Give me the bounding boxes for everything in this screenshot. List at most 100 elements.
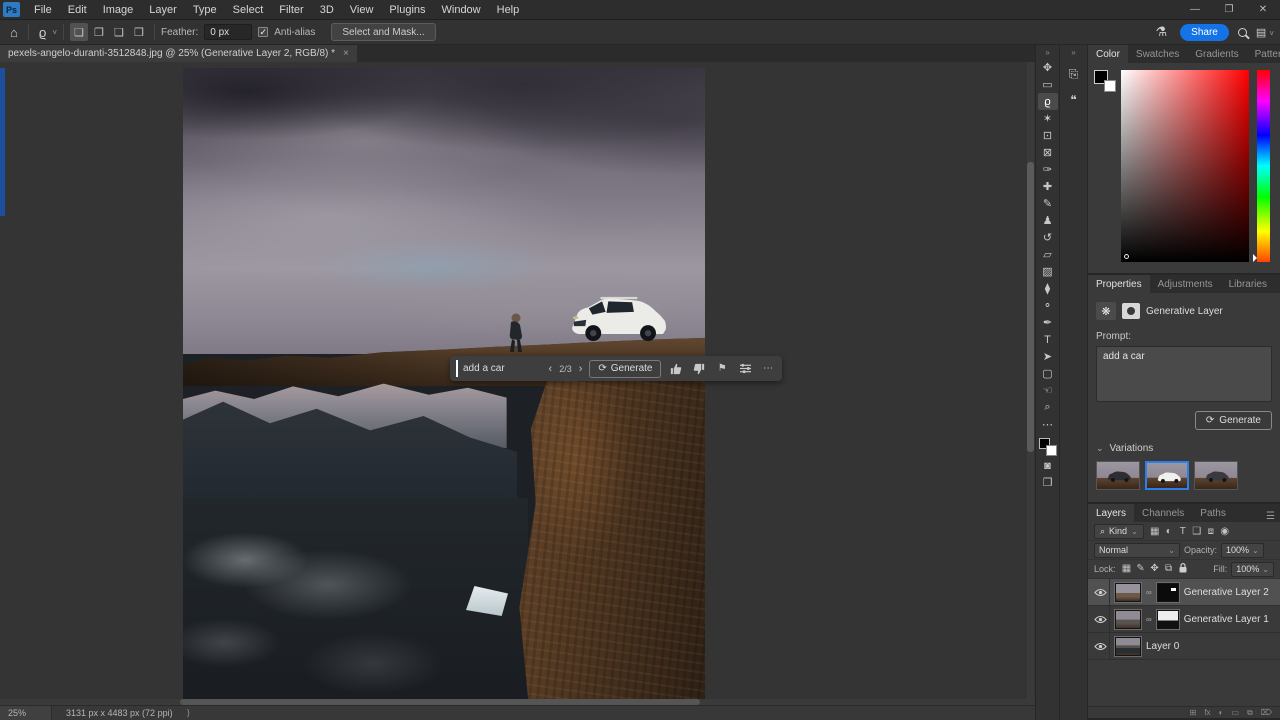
vertical-scrollbar[interactable] (1027, 62, 1034, 705)
active-tool-preset[interactable]: ϱ ˅ (35, 25, 57, 40)
gradient-tool[interactable]: ▨ (1038, 263, 1058, 280)
prompt-textarea[interactable]: add a car (1096, 346, 1272, 402)
shape-tool[interactable]: ▢ (1038, 365, 1058, 382)
intersect-selection-icon[interactable]: ❒ (130, 23, 148, 41)
edit-toolbar[interactable]: ⋯ (1038, 416, 1058, 433)
lock-position-icon[interactable]: ✥ (1148, 563, 1162, 576)
menu-plugins[interactable]: Plugins (381, 2, 433, 18)
settings-sliders-icon[interactable] (737, 363, 753, 374)
frame-tool[interactable]: ⊠ (1038, 144, 1058, 161)
generate-button[interactable]: ⟳ Generate (589, 359, 662, 378)
layer-visibility-toggle[interactable] (1092, 606, 1110, 632)
type-tool[interactable]: T (1038, 331, 1058, 348)
close-tab-icon[interactable]: × (343, 48, 349, 59)
tech-previews-icon[interactable]: ⚗ (1152, 24, 1172, 40)
layers-footer-icon[interactable]: ▭ (1231, 708, 1239, 717)
collapse-tools-icon[interactable]: » (1045, 45, 1049, 59)
move-tool[interactable]: ✥ (1038, 59, 1058, 76)
hue-slider[interactable] (1253, 70, 1270, 262)
menu-3d[interactable]: 3D (312, 2, 342, 18)
share-button[interactable]: Share (1180, 23, 1229, 41)
variation-thumbnail-3[interactable] (1194, 461, 1238, 490)
next-variation-button[interactable]: › (579, 363, 583, 375)
layer-filter-kind-dropdown[interactable]: ⌕ Kind ⌄ (1094, 523, 1144, 539)
select-and-mask-button[interactable]: Select and Mask... (331, 23, 436, 41)
status-chevron-icon[interactable]: ⟩ (187, 708, 191, 719)
tab-properties[interactable]: Properties (1088, 275, 1150, 293)
tab-patterns[interactable]: Patterns (1247, 45, 1280, 63)
history-panel-icon[interactable]: ⎘ (1063, 63, 1085, 85)
lasso-tool[interactable]: ϱ (1037, 93, 1058, 110)
generate-button[interactable]: ⟳ Generate (1194, 411, 1272, 430)
layers-footer-icon[interactable]: ⌦ (1261, 708, 1272, 717)
tab-adjustments[interactable]: Adjustments (1150, 275, 1221, 293)
panel-menu-icon[interactable]: ☰ (1275, 282, 1280, 293)
foreground-background-colors[interactable] (1038, 437, 1058, 457)
layers-footer-icon[interactable]: ◐ (1219, 708, 1224, 717)
background-color-chip[interactable] (1045, 445, 1057, 456)
color-field[interactable] (1121, 70, 1249, 262)
crop-tool[interactable]: ⊡ (1038, 127, 1058, 144)
tab-paths[interactable]: Paths (1192, 504, 1234, 522)
filter-shape-layers-icon[interactable]: ❑ (1190, 526, 1204, 537)
search-icon[interactable] (1237, 27, 1247, 37)
layer-thumbnail[interactable] (1114, 581, 1142, 603)
previous-variation-button[interactable]: ‹ (549, 363, 553, 375)
filter-smart-objects-icon[interactable]: ⧈ (1204, 526, 1218, 537)
filter-toggle-icon[interactable]: ◉ (1218, 526, 1232, 537)
dodge-tool[interactable]: ⚬ (1038, 297, 1058, 314)
layer-row[interactable]: Layer 0 (1088, 633, 1280, 660)
opacity-value[interactable]: 100% ⌄ (1221, 542, 1264, 558)
healing-brush-tool[interactable]: ✚ (1038, 178, 1058, 195)
canvas-area[interactable]: add a car ‹ 2/3 › ⟳ Generate ⚑ ⋯ (0, 62, 1035, 705)
subtract-from-selection-icon[interactable]: ❑ (110, 23, 128, 41)
eraser-tool[interactable]: ▱ (1038, 246, 1058, 263)
zoom-tool[interactable]: ⌕ (1038, 399, 1058, 416)
variation-thumbnail-1[interactable] (1096, 461, 1140, 490)
blur-tool[interactable]: ⧫ (1038, 280, 1058, 297)
filter-type-layers-icon[interactable]: T (1176, 526, 1190, 537)
thumbs-up-icon[interactable] (668, 363, 684, 375)
menu-help[interactable]: Help (489, 2, 528, 18)
screen-mode-button[interactable]: ❐ (1038, 474, 1058, 491)
tab-swatches[interactable]: Swatches (1128, 45, 1187, 63)
quick-selection-tool[interactable]: ✶ (1038, 110, 1058, 127)
layer-thumbnail[interactable] (1114, 635, 1142, 657)
report-flag-icon[interactable]: ⚑ (714, 363, 730, 374)
menu-image[interactable]: Image (95, 2, 142, 18)
layers-footer-icon[interactable]: ⊞ (1190, 708, 1197, 717)
antialias-checkbox[interactable]: ✓ (258, 27, 269, 37)
background-color-chip[interactable] (1104, 80, 1116, 92)
pen-tool[interactable]: ✒ (1038, 314, 1058, 331)
menu-select[interactable]: Select (225, 2, 272, 18)
path-selection-tool[interactable]: ➤ (1038, 348, 1058, 365)
lock-image-pixels-icon[interactable]: ✎ (1134, 563, 1148, 576)
menu-layer[interactable]: Layer (141, 2, 185, 18)
minimize-button[interactable]: — (1178, 0, 1212, 19)
clone-stamp-tool[interactable]: ♟ (1038, 212, 1058, 229)
menu-file[interactable]: File (26, 2, 60, 18)
layer-visibility-toggle[interactable] (1092, 633, 1110, 659)
prompt-input[interactable]: add a car (456, 360, 542, 377)
brush-tool[interactable]: ✎ (1038, 195, 1058, 212)
eyedropper-tool[interactable]: ✑ (1038, 161, 1058, 178)
photo-document[interactable] (183, 68, 705, 705)
layer-row[interactable]: ∞ Generative Layer 1 (1088, 606, 1280, 633)
filter-pixel-layers-icon[interactable]: ▦ (1148, 526, 1162, 537)
layer-mask-thumbnail[interactable] (1155, 581, 1180, 603)
thumbs-down-icon[interactable] (691, 363, 707, 375)
add-to-selection-icon[interactable]: ❐ (90, 23, 108, 41)
layer-visibility-toggle[interactable] (1092, 579, 1110, 605)
expand-panels-icon[interactable]: » (1071, 45, 1075, 59)
hue-slider-marker[interactable] (1253, 254, 1261, 262)
zoom-level-field[interactable]: 25% (0, 706, 52, 720)
variation-thumbnail-2[interactable] (1145, 461, 1189, 490)
feather-input[interactable]: 0 px (204, 24, 253, 40)
scrollbar-thumb[interactable] (180, 699, 700, 705)
eye-icon[interactable] (1094, 615, 1107, 624)
menu-filter[interactable]: Filter (271, 2, 311, 18)
quick-mask-mode-button[interactable]: ◙ (1038, 457, 1058, 474)
filter-adjustment-layers-icon[interactable]: ◐ (1162, 526, 1176, 537)
tab-gradients[interactable]: Gradients (1187, 45, 1246, 63)
tab-libraries[interactable]: Libraries (1221, 275, 1275, 293)
